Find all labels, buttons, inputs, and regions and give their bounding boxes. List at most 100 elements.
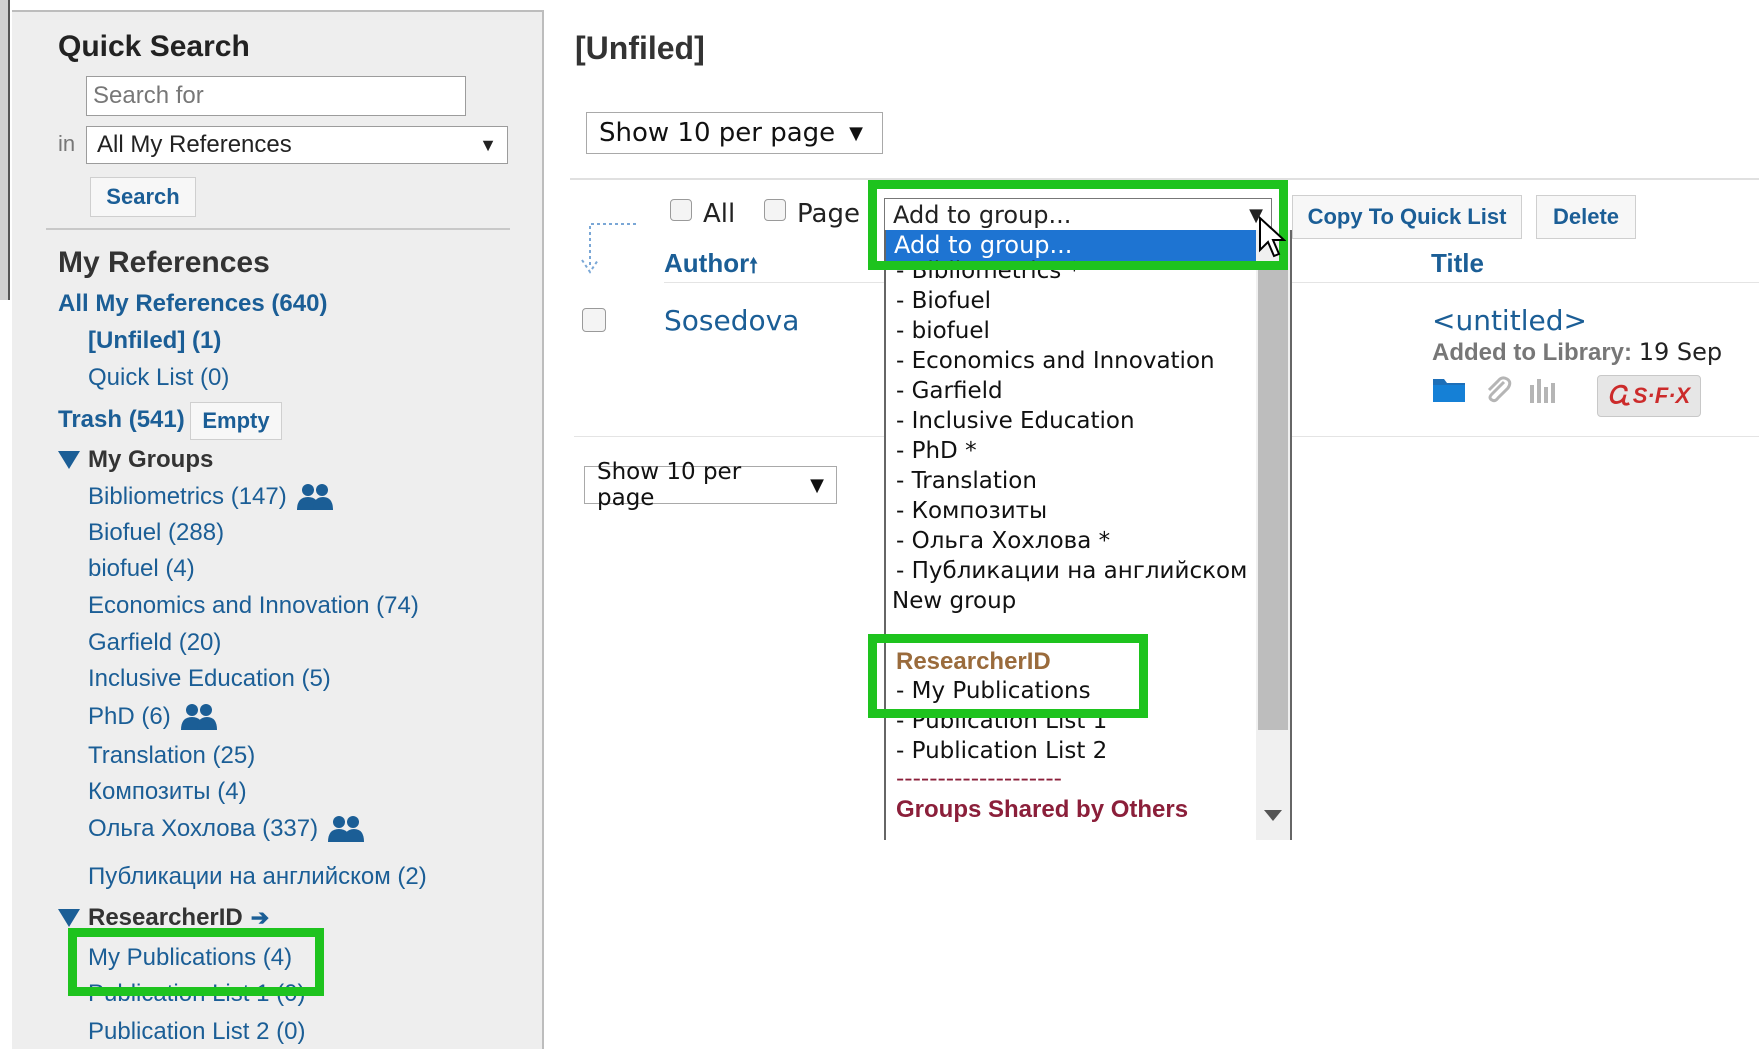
group-label: Garfield (20) — [88, 629, 222, 656]
sfx-link-button[interactable]: Ꮹ S·F·X — [1597, 375, 1701, 417]
added-label: Added to Library: — [1432, 339, 1633, 366]
scope-select[interactable]: All My References ▼ — [86, 126, 508, 164]
select-page-label: Page — [797, 199, 860, 229]
group-label: Inclusive Education (5) — [88, 665, 331, 692]
select-page-checkbox[interactable] — [764, 199, 786, 221]
group-label: Публикации на английском (2) — [88, 863, 427, 890]
arrow-right-icon: ➔ — [250, 905, 270, 930]
rid-label: Publication List 2 (0) — [88, 1018, 306, 1045]
search-input[interactable] — [86, 76, 466, 116]
sort-up-icon: 🠕 — [749, 255, 758, 277]
folder-icon[interactable] — [1432, 375, 1466, 403]
sfx-logo-icon: Ꮹ — [1607, 382, 1631, 409]
shared-group-icon — [180, 704, 217, 730]
group-item-garfield[interactable]: Garfield (20) — [88, 629, 221, 657]
nav-all-references[interactable]: All My References (640) — [58, 290, 327, 318]
dropdown-option[interactable]: - Garfield — [896, 378, 1003, 404]
window-edge — [0, 0, 10, 300]
per-page-value: Show 10 per page — [597, 459, 742, 511]
nav-trash[interactable]: Trash (541) — [58, 406, 185, 434]
group-label: biofuel (4) — [88, 555, 195, 582]
group-item-biofuel-lower[interactable]: biofuel (4) — [88, 555, 195, 583]
dropdown-option[interactable]: - Translation — [896, 468, 1037, 494]
citation-chart-icon[interactable] — [1528, 375, 1560, 403]
mouse-cursor-icon — [1259, 216, 1286, 258]
add-to-group-select[interactable]: Add to group... ▼ — [884, 198, 1272, 232]
my-groups-toggle[interactable]: My Groups — [58, 446, 213, 474]
chevron-down-icon: ▼ — [810, 474, 824, 496]
dropdown-option[interactable]: - Publication List 2 — [896, 738, 1107, 764]
dropdown-option-new-group[interactable]: New group — [892, 588, 1016, 614]
group-item-kompozity[interactable]: Композиты (4) — [88, 778, 247, 806]
dropdown-option[interactable]: - Biofuel — [896, 288, 991, 314]
researcherid-toggle[interactable]: ResearcherID ➔ — [58, 904, 269, 932]
dropdown-option[interactable]: - Ольга Хохлова * — [896, 528, 1110, 554]
rid-item-my-publications[interactable]: My Publications (4) — [88, 944, 292, 972]
column-header-author[interactable]: Author🠕 — [664, 248, 758, 285]
empty-trash-button[interactable]: Empty — [190, 402, 282, 440]
group-item-olga-khokhlova[interactable]: Ольга Хохлова (337) — [88, 814, 366, 844]
toolbar-divider — [570, 178, 1759, 180]
group-item-publikatsii[interactable]: Публикации на английском (2) — [88, 863, 427, 891]
group-item-inclusive-education[interactable]: Inclusive Education (5) — [88, 665, 331, 693]
column-header-title[interactable]: Title — [1431, 248, 1484, 279]
scroll-down-arrow-icon[interactable] — [1264, 810, 1282, 821]
group-label: Biofuel (288) — [88, 519, 225, 546]
chevron-down-icon: ▼ — [849, 122, 864, 144]
dropdown-option[interactable]: - Publication List 1 — [896, 708, 1107, 734]
dropdown-heading-researcherid: ResearcherID — [896, 648, 1051, 675]
dropdown-option[interactable]: - PhD * — [896, 438, 977, 464]
scope-select-value: All My References — [97, 131, 292, 158]
my-groups-title: My Groups — [88, 446, 214, 473]
row-author[interactable]: Sosedova — [664, 304, 799, 337]
dropdown-option[interactable]: - Bibliometrics * — [896, 258, 1080, 284]
rid-label: Publication List 1 (0) — [88, 980, 306, 1007]
dropdown-option[interactable]: - biofuel — [896, 318, 990, 344]
per-page-select-bottom[interactable]: Show 10 per page ▼ — [584, 459, 837, 511]
paperclip-icon[interactable] — [1482, 374, 1512, 404]
select-all-checkbox[interactable] — [670, 199, 692, 221]
row-actions — [1432, 374, 1560, 404]
dropdown-scrollbar[interactable] — [1256, 230, 1290, 840]
page-title: [Unfiled] — [575, 30, 705, 66]
row-added-date: Added to Library: 19 Sep — [1432, 338, 1722, 367]
rid-label: My Publications (4) — [88, 944, 293, 971]
per-page-value: Show 10 per page — [599, 118, 836, 148]
per-page-select-top[interactable]: Show 10 per page ▼ — [586, 112, 883, 154]
sfx-label: S·F·X — [1632, 383, 1691, 408]
select-all-label: All — [703, 199, 736, 229]
group-item-bibliometrics[interactable]: Bibliometrics (147) — [88, 482, 335, 512]
dropdown-option[interactable]: - Публикации на английском — [896, 558, 1247, 584]
group-item-economics[interactable]: Economics and Innovation (74) — [88, 592, 419, 620]
dropdown-option[interactable]: - Композиты — [896, 498, 1047, 524]
rid-item-publication-list-1[interactable]: Publication List 1 (0) — [88, 980, 305, 1008]
author-header-label: Author — [664, 248, 750, 278]
add-to-group-value: Add to group... — [893, 201, 1072, 229]
sidebar-divider — [46, 228, 510, 230]
dropdown-option[interactable]: - Economics and Innovation — [896, 348, 1215, 374]
group-label: Ольга Хохлова (337) — [88, 815, 319, 842]
nav-unfiled[interactable]: [Unfiled] (1) — [88, 327, 221, 355]
row-title[interactable]: <untitled> — [1432, 304, 1587, 337]
row-checkbox[interactable] — [582, 308, 606, 332]
scrollbar-thumb[interactable] — [1258, 270, 1288, 730]
delete-button[interactable]: Delete — [1536, 195, 1636, 239]
dropdown-option[interactable]: - Inclusive Education — [896, 408, 1135, 434]
my-references-title: My References — [58, 246, 270, 279]
group-label: PhD (6) — [88, 703, 171, 730]
rid-item-publication-list-2[interactable]: Publication List 2 (0) — [88, 1018, 305, 1046]
caret-down-icon — [58, 451, 80, 469]
dropdown-separator: -------------------- — [896, 766, 1062, 792]
researcherid-title: ResearcherID — [88, 904, 243, 931]
nav-quick-list[interactable]: Quick List (0) — [88, 364, 229, 392]
in-label: in — [58, 131, 76, 156]
group-item-translation[interactable]: Translation (25) — [88, 742, 255, 770]
group-item-biofuel[interactable]: Biofuel (288) — [88, 519, 224, 547]
copy-to-quick-list-button[interactable]: Copy To Quick List — [1292, 195, 1522, 239]
added-value: 19 Sep — [1638, 338, 1723, 366]
search-button[interactable]: Search — [90, 177, 196, 217]
dropdown-option[interactable]: - My Publications — [896, 678, 1091, 704]
group-item-phd[interactable]: PhD (6) — [88, 702, 219, 732]
quick-search-title: Quick Search — [58, 30, 250, 63]
group-label: Economics and Innovation (74) — [88, 592, 419, 619]
